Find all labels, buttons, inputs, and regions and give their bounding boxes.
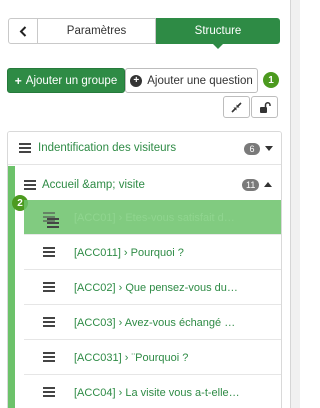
drag-handle-icon[interactable] (43, 247, 55, 257)
scrollbar-track[interactable] (290, 0, 300, 408)
caret-up-icon[interactable] (264, 182, 272, 187)
drag-handle-icon[interactable] (24, 180, 36, 190)
chevron-left-icon (19, 25, 27, 37)
group-row[interactable]: Accueil &amp; visite 11 (15, 166, 281, 199)
caret-down-icon[interactable] (265, 146, 273, 151)
question-label: [ACC031] › ¨Pourquoi ? (74, 352, 189, 364)
add-group-button[interactable]: + Ajouter un groupe (7, 68, 125, 93)
step-badge-1: 1 (263, 72, 279, 88)
group-title: Accueil &amp; visite (42, 179, 145, 191)
unlock-button[interactable] (251, 96, 278, 118)
tab-structure[interactable]: Structure (156, 18, 280, 49)
question-row[interactable]: [ACC03] › Avez-vous échangé … (24, 305, 281, 340)
question-count-badge: 6 (244, 143, 260, 155)
plus-icon: + (14, 73, 22, 88)
question-row[interactable]: [ACC011] › Pourquoi ? (24, 235, 281, 270)
drag-handle-icon[interactable] (43, 282, 55, 292)
question-label: [ACC011] › Pourquoi ? (74, 247, 184, 259)
drag-cursor-icon (47, 218, 59, 228)
tab-bar: Paramètres Structure (8, 18, 280, 49)
collapse-all-button[interactable] (223, 96, 250, 118)
question-row[interactable]: [ACC02] › Que pensez-vous du… (24, 270, 281, 305)
question-label: [ACC02] › Que pensez-vous du… (74, 282, 238, 294)
add-group-label: Ajouter un groupe (25, 74, 118, 87)
question-count-badge: 11 (242, 179, 260, 191)
structure-tree: Indentification des visiteurs 6 Accueil … (7, 131, 282, 408)
add-question-button[interactable]: + Ajouter une question (125, 68, 258, 93)
drag-handle-icon[interactable] (19, 143, 31, 153)
plus-circle-icon: + (130, 74, 143, 87)
collapse-arrows-icon (231, 101, 242, 113)
question-label: [ACC04] › La visite vous a-t-elle… (74, 387, 240, 399)
question-label: [ACC01] › Etes-vous satisfait d… (74, 212, 235, 224)
add-question-label: Ajouter une question (147, 74, 253, 87)
unlock-icon (259, 101, 271, 113)
drag-handle-icon[interactable] (43, 352, 55, 362)
question-row[interactable]: [ACC04] › La visite vous a-t-elle… (24, 375, 281, 408)
question-label: [ACC03] › Avez-vous échangé … (74, 317, 236, 329)
question-row[interactable]: [ACC031] › ¨Pourquoi ? (24, 340, 281, 375)
drag-handle-icon[interactable] (43, 387, 55, 397)
tab-parameters[interactable]: Paramètres (38, 18, 156, 44)
drag-handle-icon[interactable] (43, 317, 55, 327)
group-row[interactable]: Indentification des visiteurs 6 (8, 132, 281, 165)
group-title: Indentification des visiteurs (38, 142, 177, 154)
question-row-dragging[interactable]: [ACC01] › Etes-vous satisfait d… (24, 200, 281, 235)
back-button[interactable] (8, 18, 38, 44)
